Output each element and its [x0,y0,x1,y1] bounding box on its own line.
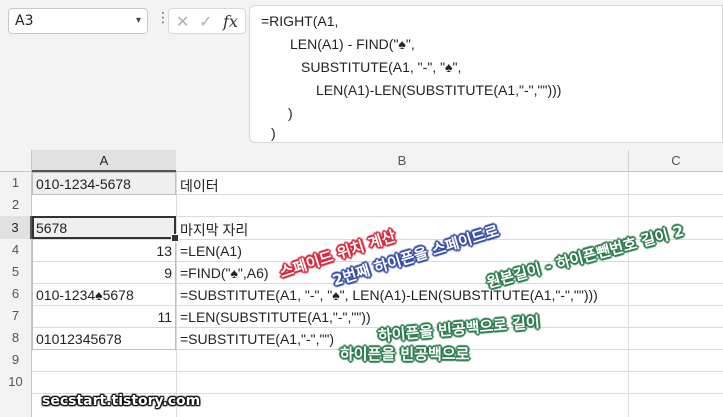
cell-a7[interactable]: 11 [36,309,172,325]
formula-input[interactable]: =RIGHT(A1, LEN(A1) - FIND("♠", SUBSTITUT… [249,5,723,143]
row-header[interactable]: 6 [0,283,32,305]
formula-line: ) [271,125,276,141]
active-cell-outline [32,216,176,239]
formula-area: A3 ▾ ⋮ ✕ ✓ fx =RIGHT(A1, LEN(A1) - FIND(… [0,0,723,150]
annotation-hyphen-blank: 하이픈을 빈공백으로 [340,345,470,363]
grid-line [628,172,629,417]
row-header[interactable]: 7 [0,305,32,327]
row-header[interactable]: 1 [0,172,32,194]
row-header[interactable]: 9 [0,349,32,371]
column-header-c[interactable]: C [628,150,723,172]
cell-a1[interactable]: 010-1234-5678 [36,176,131,192]
cell-a8[interactable]: 01012345678 [36,331,122,347]
column-header-b[interactable]: B [176,150,628,172]
watermark: secstart.tistory.com [42,393,201,409]
checkmark-icon[interactable]: ✓ [199,12,212,31]
row-header[interactable]: 2 [0,194,32,216]
cell-a6[interactable]: 010-1234♠5678 [36,287,134,303]
row-header[interactable]: 8 [0,327,32,349]
fx-icon[interactable]: fx [223,12,238,31]
chevron-down-icon[interactable]: ▾ [136,9,141,33]
cell-b3[interactable]: 마지막 자리 [180,220,248,240]
annotation-hyphen-blank-length: 하이픈을 빈공백으로 길이 [377,312,541,345]
column-header-a[interactable]: A [32,150,176,172]
formula-line: LEN(A1)-LEN(SUBSTITUTE(A1,"-",""))) [316,82,562,98]
cell-b8[interactable]: =SUBSTITUTE(A1,"-","") [180,331,334,347]
cell-b4[interactable]: =LEN(A1) [180,243,242,259]
annotation-length-diff: 원본길이 - 하이픈뺀번호 길이 2 [484,221,686,292]
row-header[interactable]: 3 [0,216,32,239]
row-header[interactable]: 4 [0,239,32,261]
cell-b6[interactable]: =SUBSTITUTE(A1, "-", "♠", LEN(A1)-LEN(SU… [180,287,598,303]
cell-a5[interactable]: 9 [36,265,172,281]
select-all-corner[interactable] [0,150,32,172]
name-box[interactable]: A3 ▾ [8,8,148,34]
formula-buttons: ✕ ✓ fx [168,8,246,34]
formula-line: ) [288,105,293,121]
grid-line [176,172,177,417]
name-box-value: A3 [15,13,34,29]
cell-a4[interactable]: 13 [36,243,172,259]
formula-line: =RIGHT(A1, [261,13,339,29]
cell-b7[interactable]: =LEN(SUBSTITUTE(A1,"-","")) [180,309,371,325]
cell-b1[interactable]: 데이터 [180,176,219,196]
row-header[interactable]: 5 [0,261,32,283]
grid-line [32,371,723,372]
x-icon[interactable]: ✕ [176,12,189,31]
fill-handle[interactable] [171,234,179,242]
cell-b5[interactable]: =FIND("♠",A6) [180,265,269,281]
formula-line: SUBSTITUTE(A1, "-", "♠", [301,59,462,75]
formula-line: LEN(A1) - FIND("♠", [290,36,415,52]
row-header[interactable]: 10 [0,371,32,417]
